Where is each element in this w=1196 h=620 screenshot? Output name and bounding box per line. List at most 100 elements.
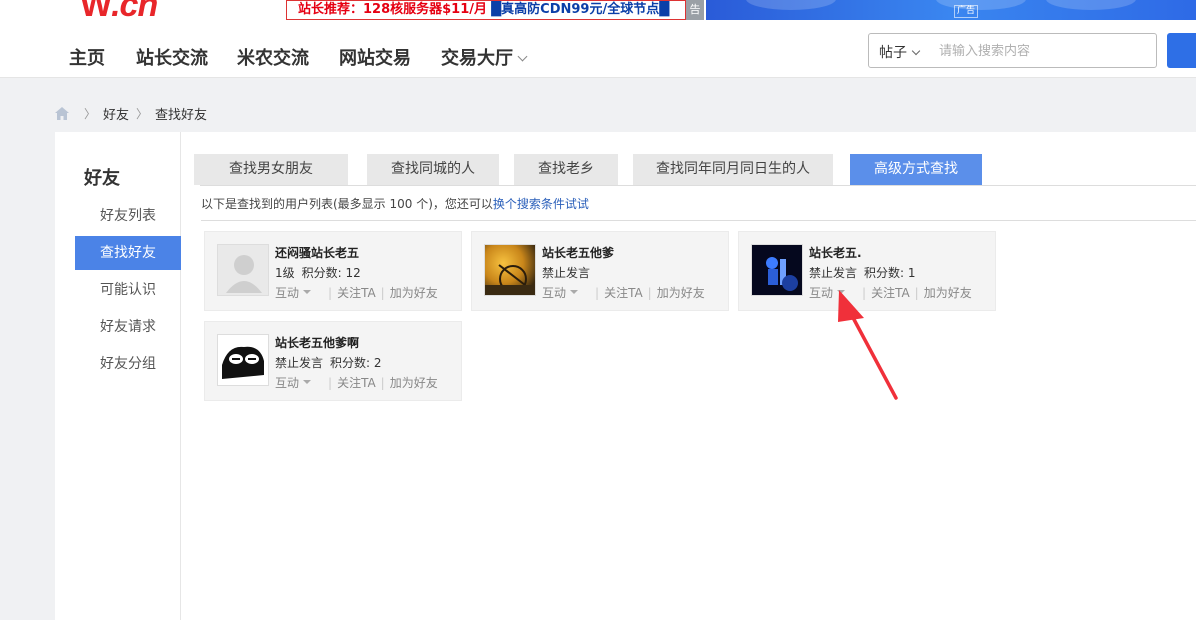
tab-same-birthday[interactable]: 查找同年同月同日生的人 xyxy=(633,154,833,185)
card-actions: 互动 | 关注TA | 加为好友 xyxy=(275,284,438,301)
text-ad[interactable]: 站长推荐：128核服务器$11/月 █真高防CDN99元/全球节点█ xyxy=(286,0,686,20)
nav-home[interactable]: 主页 xyxy=(69,44,105,70)
add-friend-link[interactable]: 加为好友 xyxy=(390,374,438,391)
caret-down-icon[interactable] xyxy=(570,289,579,294)
user-level: 禁止发言 xyxy=(809,266,858,280)
breadcrumb-friends[interactable]: 好友 xyxy=(103,104,129,123)
search-category-label: 帖子 xyxy=(879,45,907,61)
user-level: 禁止发言 xyxy=(542,266,591,280)
main-panel: 好友 好友列表 查找好友 可能认识 好友请求 好友分组 查找男女朋友 查找同城的… xyxy=(55,132,1196,620)
info-divider xyxy=(201,220,1196,221)
follow-link[interactable]: 关注TA xyxy=(337,374,376,391)
image-ad[interactable]: 广告 xyxy=(706,0,1196,20)
sidebar-item-friend-groups[interactable]: 好友分组 xyxy=(75,347,181,381)
tab-advanced-search[interactable]: 高级方式查找 xyxy=(850,154,982,185)
sidebar: 好友 好友列表 查找好友 可能认识 好友请求 好友分组 xyxy=(55,132,181,620)
nav-trade-hall[interactable]: 交易大厅 xyxy=(441,44,528,70)
sidebar-item-find-friends[interactable]: 查找好友 xyxy=(75,236,181,270)
chevron-down-icon xyxy=(911,46,921,56)
user-score: 积分数: 1 xyxy=(864,266,916,280)
interact-menu[interactable]: 互动 xyxy=(275,374,299,391)
separator: | xyxy=(647,285,652,300)
ad-decoration xyxy=(936,0,1026,10)
user-card: 站长老五. 禁止发言 积分数: 1 互动 | 关注TA | 加为好友 xyxy=(738,231,996,311)
search-box: 帖子 xyxy=(868,33,1157,68)
tab-hometown[interactable]: 查找老乡 xyxy=(514,154,618,185)
search-button[interactable] xyxy=(1167,33,1196,68)
nav-site-trade[interactable]: 网站交易 xyxy=(339,44,411,70)
tab-divider xyxy=(200,185,1196,186)
ad-text-blue: █真高防CDN99元/全球节点█ xyxy=(491,2,670,17)
change-criteria-link[interactable]: 换个搜索条件试试 xyxy=(493,197,589,211)
avatar[interactable] xyxy=(217,244,269,296)
sidebar-item-friend-list[interactable]: 好友列表 xyxy=(75,199,181,233)
user-name[interactable]: 站长老五他爹 xyxy=(542,244,614,261)
ad-decoration xyxy=(746,0,836,10)
follow-link[interactable]: 关注TA xyxy=(604,284,643,301)
interact-menu[interactable]: 互动 xyxy=(809,284,833,301)
avatar[interactable] xyxy=(751,244,803,296)
card-actions: 互动 | 关注TA | 加为好友 xyxy=(275,374,438,391)
avatar[interactable] xyxy=(217,334,269,386)
user-card: 站长老五他爹啊 禁止发言 积分数: 2 互动 | 关注TA | 加为好友 xyxy=(204,321,462,401)
add-friend-link[interactable]: 加为好友 xyxy=(657,284,705,301)
separator: | xyxy=(328,285,333,300)
caret-down-icon[interactable] xyxy=(303,289,312,294)
ad-tag: 告 xyxy=(686,0,704,20)
user-stats: 禁止发言 积分数: 2 xyxy=(275,354,382,371)
main-nav: 主页 站长交流 米农交流 网站交易 交易大厅 帖子 xyxy=(0,20,1196,78)
separator: | xyxy=(595,285,600,300)
follow-link[interactable]: 关注TA xyxy=(871,284,910,301)
user-score: 积分数: 2 xyxy=(330,356,382,370)
user-name[interactable]: 站长老五他爹啊 xyxy=(275,334,359,351)
interact-menu[interactable]: 互动 xyxy=(275,284,299,301)
user-stats: 1级 积分数: 12 xyxy=(275,264,361,281)
card-actions: 互动 | 关注TA | 加为好友 xyxy=(542,284,705,301)
breadcrumb-find-friends: 查找好友 xyxy=(155,108,208,123)
separator: | xyxy=(380,285,385,300)
breadcrumb-separator: 〉 xyxy=(136,107,149,121)
separator: | xyxy=(380,375,385,390)
separator: | xyxy=(914,285,919,300)
chevron-down-icon xyxy=(517,51,528,62)
user-stats: 禁止发言 积分数: 1 xyxy=(809,264,916,281)
ad-decoration xyxy=(1046,0,1136,10)
logo-suffix: .cn xyxy=(111,0,158,20)
sidebar-item-may-know[interactable]: 可能认识 xyxy=(75,273,181,307)
caret-down-icon[interactable] xyxy=(837,289,846,294)
nav-webmaster[interactable]: 站长交流 xyxy=(136,44,208,70)
nav-domain[interactable]: 米农交流 xyxy=(237,44,309,70)
sidebar-title: 好友 xyxy=(84,168,120,189)
user-level: 1级 xyxy=(275,266,295,280)
logo-text: W xyxy=(80,0,112,20)
user-stats: 禁止发言 xyxy=(542,264,590,281)
breadcrumb: 〉 好友 〉 查找好友 xyxy=(55,104,207,123)
result-info-text: 以下是查找到的用户列表(最多显示 100 个)，您还可以 xyxy=(201,197,493,211)
home-icon[interactable] xyxy=(55,107,69,120)
separator: | xyxy=(862,285,867,300)
user-level: 禁止发言 xyxy=(275,356,324,370)
user-card: 站长老五他爹 禁止发言 互动 | 关注TA | 加为好友 xyxy=(471,231,729,311)
follow-link[interactable]: 关注TA xyxy=(337,284,376,301)
separator: | xyxy=(328,375,333,390)
user-name[interactable]: 还闷骚站长老五 xyxy=(275,244,359,261)
sidebar-item-friend-requests[interactable]: 好友请求 xyxy=(75,310,181,344)
user-score: 积分数: 12 xyxy=(301,266,361,280)
card-actions: 互动 | 关注TA | 加为好友 xyxy=(809,284,972,301)
add-friend-link[interactable]: 加为好友 xyxy=(924,284,972,301)
site-logo[interactable]: W.cn xyxy=(80,0,158,20)
interact-menu[interactable]: 互动 xyxy=(542,284,566,301)
top-banner: W.cn 站长推荐：128核服务器$11/月 █真高防CDN99元/全球节点█ … xyxy=(0,0,1196,20)
tab-same-city[interactable]: 查找同城的人 xyxy=(367,154,499,185)
caret-down-icon[interactable] xyxy=(303,379,312,384)
ad-label: 广告 xyxy=(954,5,979,18)
add-friend-link[interactable]: 加为好友 xyxy=(390,284,438,301)
user-card: 还闷骚站长老五 1级 积分数: 12 互动 | 关注TA | 加为好友 xyxy=(204,231,462,311)
tab-find-partner[interactable]: 查找男女朋友 xyxy=(194,154,348,185)
avatar[interactable] xyxy=(484,244,536,296)
search-category-select[interactable]: 帖子 xyxy=(879,42,921,62)
result-info: 以下是查找到的用户列表(最多显示 100 个)，您还可以换个搜索条件试试 xyxy=(201,195,589,212)
search-input[interactable] xyxy=(939,38,1149,64)
nav-trade-hall-label: 交易大厅 xyxy=(441,48,513,69)
user-name[interactable]: 站长老五. xyxy=(809,244,862,261)
